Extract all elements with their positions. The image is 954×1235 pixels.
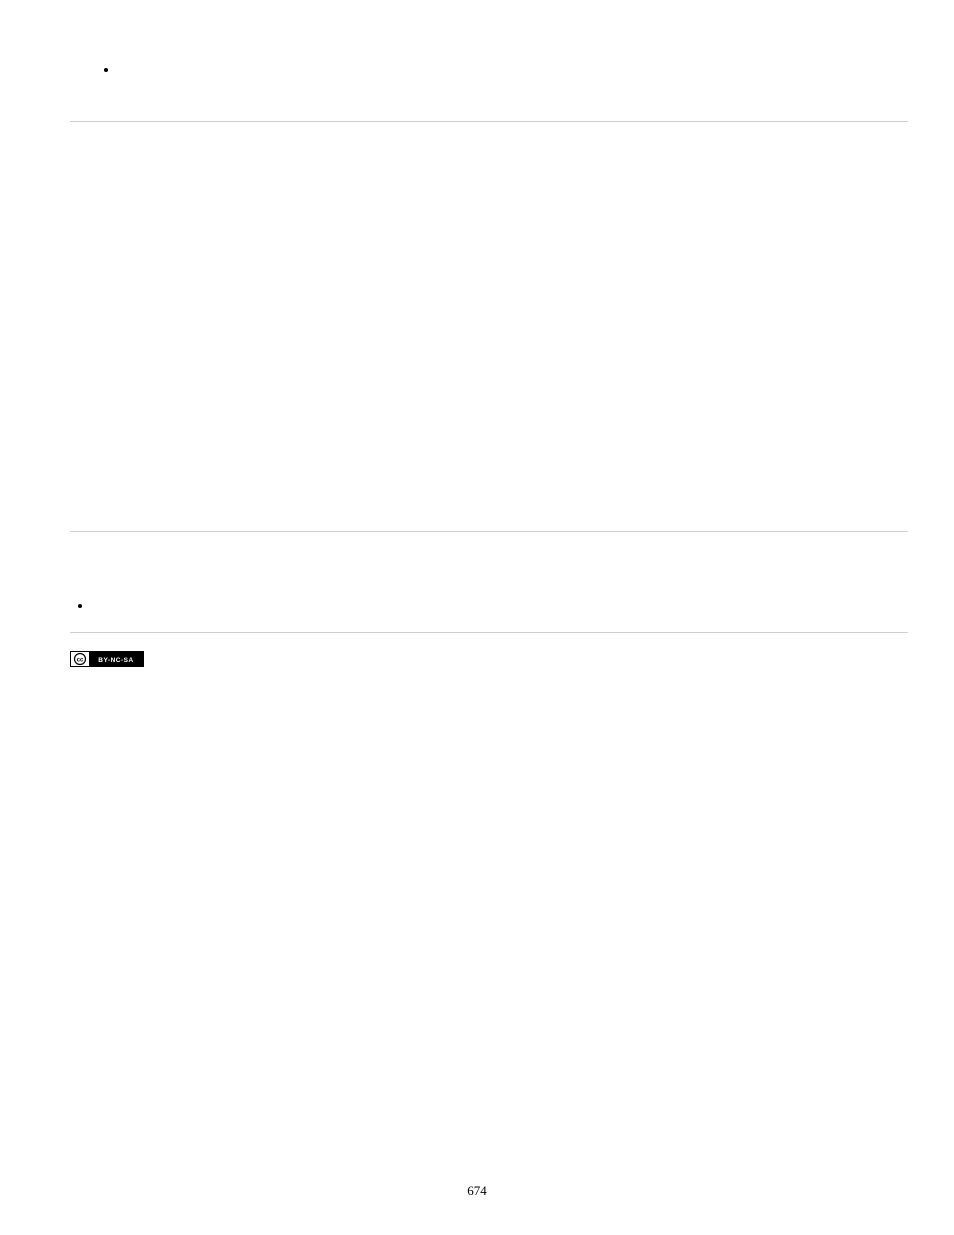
- horizontal-rule: [70, 531, 908, 532]
- bullet-icon: [104, 68, 108, 72]
- svg-text:BY-NC-SA: BY-NC-SA: [98, 657, 133, 664]
- cc-license-badge: cc BY-NC-SA: [70, 651, 144, 667]
- document-page: cc BY-NC-SA 674: [0, 0, 954, 1235]
- horizontal-rule: [70, 632, 908, 633]
- bullet-icon: [78, 604, 82, 608]
- page-number: 674: [0, 1183, 954, 1199]
- svg-text:cc: cc: [77, 658, 84, 664]
- horizontal-rule: [70, 121, 908, 122]
- cc-badge-icon: cc BY-NC-SA: [70, 651, 144, 667]
